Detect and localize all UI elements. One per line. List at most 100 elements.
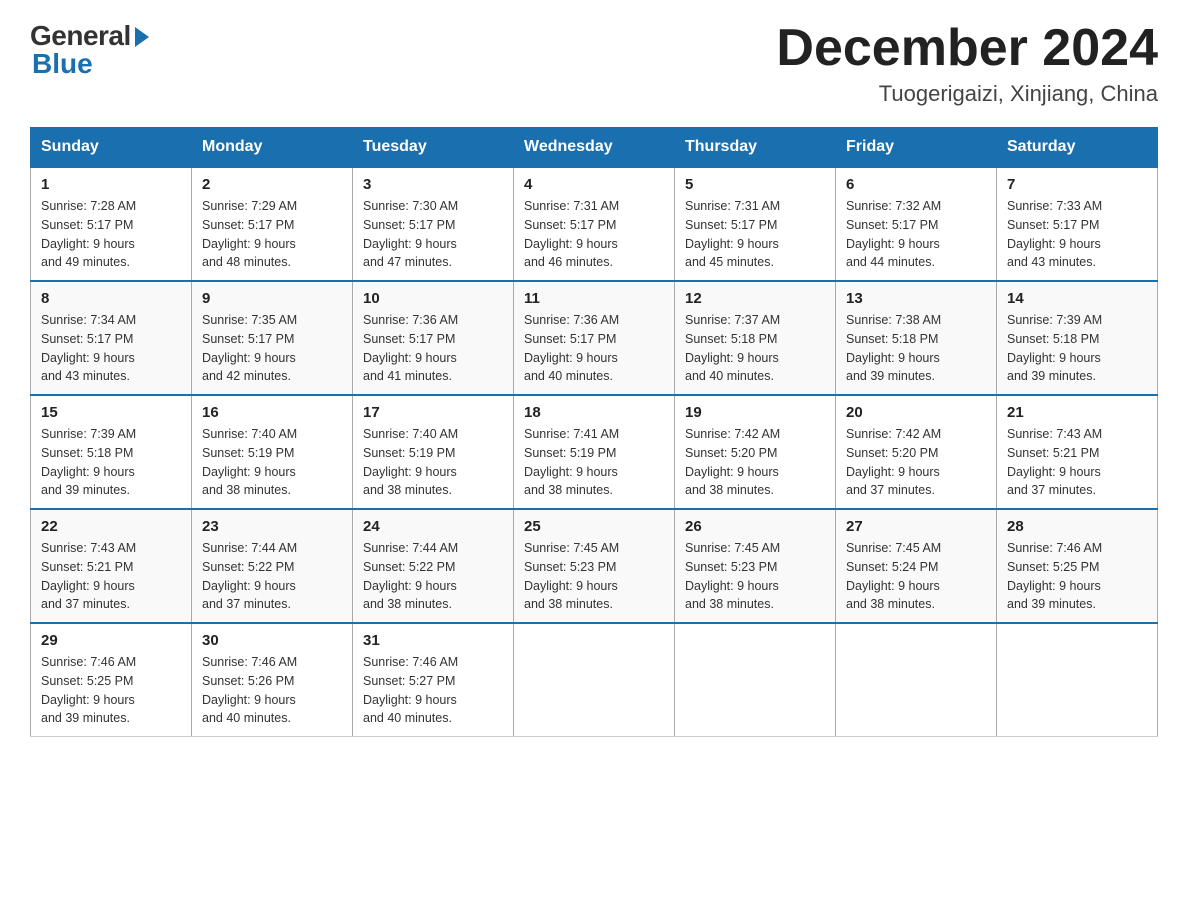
day-info: Sunrise: 7:45 AM Sunset: 5:23 PM Dayligh…	[524, 539, 664, 614]
day-number: 8	[41, 290, 181, 307]
day-number: 6	[846, 176, 986, 193]
day-number: 14	[1007, 290, 1147, 307]
month-title: December 2024	[776, 20, 1158, 77]
day-info: Sunrise: 7:40 AM Sunset: 5:19 PM Dayligh…	[363, 425, 503, 500]
calendar-cell: 30 Sunrise: 7:46 AM Sunset: 5:26 PM Dayl…	[192, 623, 353, 737]
calendar-cell: 27 Sunrise: 7:45 AM Sunset: 5:24 PM Dayl…	[836, 509, 997, 623]
calendar-table: Sunday Monday Tuesday Wednesday Thursday…	[30, 127, 1158, 737]
day-info: Sunrise: 7:35 AM Sunset: 5:17 PM Dayligh…	[202, 311, 342, 386]
day-number: 7	[1007, 176, 1147, 193]
calendar-cell: 22 Sunrise: 7:43 AM Sunset: 5:21 PM Dayl…	[31, 509, 192, 623]
day-number: 26	[685, 518, 825, 535]
logo-arrow-icon	[135, 27, 149, 47]
day-number: 19	[685, 404, 825, 421]
day-info: Sunrise: 7:46 AM Sunset: 5:27 PM Dayligh…	[363, 653, 503, 728]
header-saturday: Saturday	[997, 128, 1158, 168]
day-number: 4	[524, 176, 664, 193]
calendar-cell: 8 Sunrise: 7:34 AM Sunset: 5:17 PM Dayli…	[31, 281, 192, 395]
day-number: 20	[846, 404, 986, 421]
day-info: Sunrise: 7:30 AM Sunset: 5:17 PM Dayligh…	[363, 197, 503, 272]
day-info: Sunrise: 7:31 AM Sunset: 5:17 PM Dayligh…	[685, 197, 825, 272]
day-number: 16	[202, 404, 342, 421]
day-info: Sunrise: 7:46 AM Sunset: 5:26 PM Dayligh…	[202, 653, 342, 728]
day-number: 21	[1007, 404, 1147, 421]
calendar-cell: 14 Sunrise: 7:39 AM Sunset: 5:18 PM Dayl…	[997, 281, 1158, 395]
calendar-cell: 12 Sunrise: 7:37 AM Sunset: 5:18 PM Dayl…	[675, 281, 836, 395]
day-number: 15	[41, 404, 181, 421]
calendar-cell: 1 Sunrise: 7:28 AM Sunset: 5:17 PM Dayli…	[31, 167, 192, 281]
week-row: 1 Sunrise: 7:28 AM Sunset: 5:17 PM Dayli…	[31, 167, 1158, 281]
calendar-cell: 28 Sunrise: 7:46 AM Sunset: 5:25 PM Dayl…	[997, 509, 1158, 623]
day-info: Sunrise: 7:39 AM Sunset: 5:18 PM Dayligh…	[1007, 311, 1147, 386]
calendar-cell: 16 Sunrise: 7:40 AM Sunset: 5:19 PM Dayl…	[192, 395, 353, 509]
calendar-cell: 10 Sunrise: 7:36 AM Sunset: 5:17 PM Dayl…	[353, 281, 514, 395]
day-info: Sunrise: 7:36 AM Sunset: 5:17 PM Dayligh…	[524, 311, 664, 386]
day-info: Sunrise: 7:28 AM Sunset: 5:17 PM Dayligh…	[41, 197, 181, 272]
calendar-cell: 26 Sunrise: 7:45 AM Sunset: 5:23 PM Dayl…	[675, 509, 836, 623]
day-number: 18	[524, 404, 664, 421]
header-tuesday: Tuesday	[353, 128, 514, 168]
calendar-cell: 9 Sunrise: 7:35 AM Sunset: 5:17 PM Dayli…	[192, 281, 353, 395]
day-number: 3	[363, 176, 503, 193]
header-friday: Friday	[836, 128, 997, 168]
day-number: 23	[202, 518, 342, 535]
calendar-cell: 23 Sunrise: 7:44 AM Sunset: 5:22 PM Dayl…	[192, 509, 353, 623]
day-number: 10	[363, 290, 503, 307]
day-info: Sunrise: 7:31 AM Sunset: 5:17 PM Dayligh…	[524, 197, 664, 272]
calendar-cell: 5 Sunrise: 7:31 AM Sunset: 5:17 PM Dayli…	[675, 167, 836, 281]
day-number: 31	[363, 632, 503, 649]
day-number: 11	[524, 290, 664, 307]
day-number: 28	[1007, 518, 1147, 535]
calendar-cell	[836, 623, 997, 737]
logo-blue-text: Blue	[30, 48, 93, 80]
day-number: 24	[363, 518, 503, 535]
day-info: Sunrise: 7:46 AM Sunset: 5:25 PM Dayligh…	[1007, 539, 1147, 614]
logo: General Blue	[30, 20, 149, 80]
week-row: 15 Sunrise: 7:39 AM Sunset: 5:18 PM Dayl…	[31, 395, 1158, 509]
day-info: Sunrise: 7:41 AM Sunset: 5:19 PM Dayligh…	[524, 425, 664, 500]
calendar-cell	[675, 623, 836, 737]
day-info: Sunrise: 7:44 AM Sunset: 5:22 PM Dayligh…	[363, 539, 503, 614]
day-info: Sunrise: 7:34 AM Sunset: 5:17 PM Dayligh…	[41, 311, 181, 386]
day-info: Sunrise: 7:43 AM Sunset: 5:21 PM Dayligh…	[1007, 425, 1147, 500]
calendar-cell: 13 Sunrise: 7:38 AM Sunset: 5:18 PM Dayl…	[836, 281, 997, 395]
page-header: General Blue December 2024 Tuogerigaizi,…	[30, 20, 1158, 107]
header-sunday: Sunday	[31, 128, 192, 168]
title-block: December 2024 Tuogerigaizi, Xinjiang, Ch…	[776, 20, 1158, 107]
header-thursday: Thursday	[675, 128, 836, 168]
header-monday: Monday	[192, 128, 353, 168]
calendar-cell: 2 Sunrise: 7:29 AM Sunset: 5:17 PM Dayli…	[192, 167, 353, 281]
day-number: 25	[524, 518, 664, 535]
calendar-cell: 29 Sunrise: 7:46 AM Sunset: 5:25 PM Dayl…	[31, 623, 192, 737]
week-row: 22 Sunrise: 7:43 AM Sunset: 5:21 PM Dayl…	[31, 509, 1158, 623]
day-info: Sunrise: 7:39 AM Sunset: 5:18 PM Dayligh…	[41, 425, 181, 500]
calendar-cell: 24 Sunrise: 7:44 AM Sunset: 5:22 PM Dayl…	[353, 509, 514, 623]
day-info: Sunrise: 7:45 AM Sunset: 5:24 PM Dayligh…	[846, 539, 986, 614]
calendar-cell	[514, 623, 675, 737]
calendar-cell: 25 Sunrise: 7:45 AM Sunset: 5:23 PM Dayl…	[514, 509, 675, 623]
day-info: Sunrise: 7:32 AM Sunset: 5:17 PM Dayligh…	[846, 197, 986, 272]
day-number: 2	[202, 176, 342, 193]
day-info: Sunrise: 7:33 AM Sunset: 5:17 PM Dayligh…	[1007, 197, 1147, 272]
location-title: Tuogerigaizi, Xinjiang, China	[776, 81, 1158, 107]
day-number: 22	[41, 518, 181, 535]
day-number: 13	[846, 290, 986, 307]
calendar-cell: 31 Sunrise: 7:46 AM Sunset: 5:27 PM Dayl…	[353, 623, 514, 737]
day-number: 12	[685, 290, 825, 307]
day-info: Sunrise: 7:37 AM Sunset: 5:18 PM Dayligh…	[685, 311, 825, 386]
day-number: 17	[363, 404, 503, 421]
day-number: 29	[41, 632, 181, 649]
calendar-cell	[997, 623, 1158, 737]
day-info: Sunrise: 7:29 AM Sunset: 5:17 PM Dayligh…	[202, 197, 342, 272]
day-info: Sunrise: 7:36 AM Sunset: 5:17 PM Dayligh…	[363, 311, 503, 386]
calendar-cell: 6 Sunrise: 7:32 AM Sunset: 5:17 PM Dayli…	[836, 167, 997, 281]
calendar-cell: 3 Sunrise: 7:30 AM Sunset: 5:17 PM Dayli…	[353, 167, 514, 281]
day-number: 9	[202, 290, 342, 307]
calendar-cell: 20 Sunrise: 7:42 AM Sunset: 5:20 PM Dayl…	[836, 395, 997, 509]
day-info: Sunrise: 7:42 AM Sunset: 5:20 PM Dayligh…	[685, 425, 825, 500]
header-row: Sunday Monday Tuesday Wednesday Thursday…	[31, 128, 1158, 168]
calendar-cell: 4 Sunrise: 7:31 AM Sunset: 5:17 PM Dayli…	[514, 167, 675, 281]
day-info: Sunrise: 7:38 AM Sunset: 5:18 PM Dayligh…	[846, 311, 986, 386]
day-number: 27	[846, 518, 986, 535]
calendar-cell: 15 Sunrise: 7:39 AM Sunset: 5:18 PM Dayl…	[31, 395, 192, 509]
